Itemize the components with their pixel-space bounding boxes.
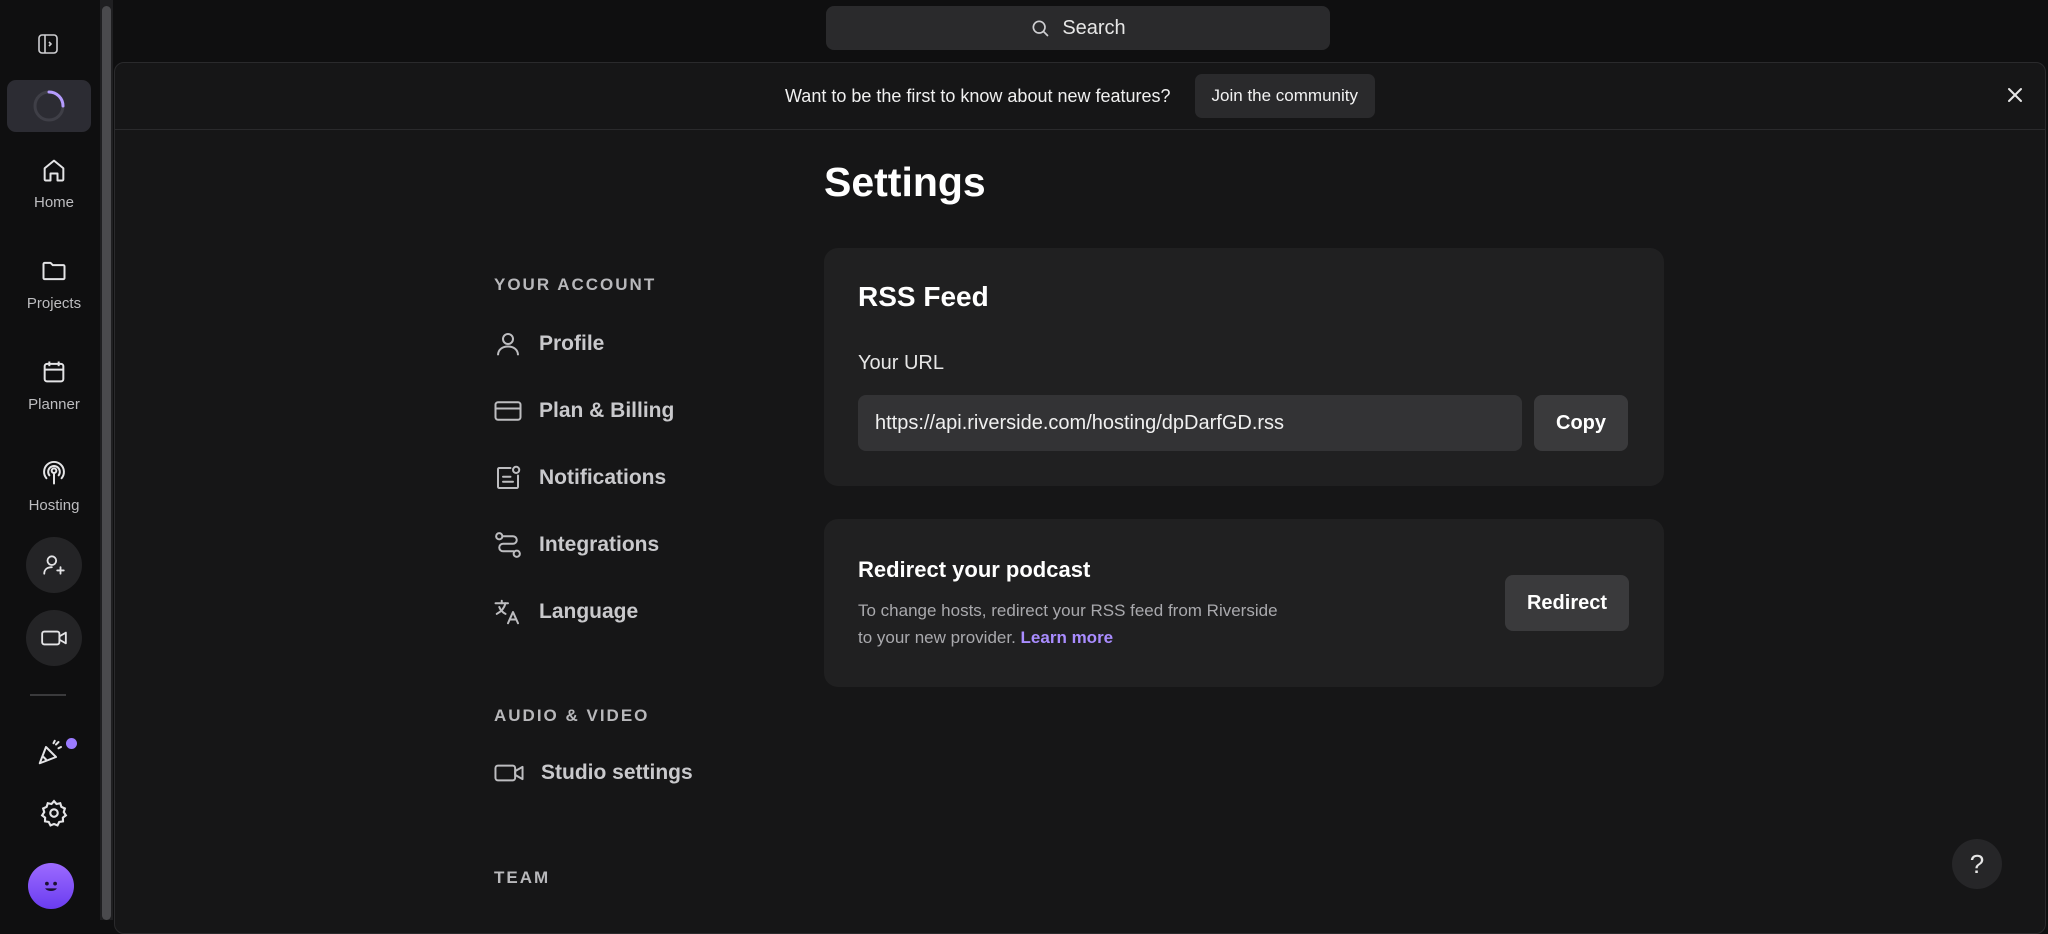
whats-new-button[interactable] <box>36 737 66 772</box>
credit-card-icon <box>494 401 522 421</box>
rss-url-field[interactable]: https://api.riverside.com/hosting/dpDarf… <box>858 395 1522 451</box>
notification-icon <box>497 465 521 489</box>
banner-text: Want to be the first to know about new f… <box>784 85 1171 106</box>
rail-divider <box>30 694 66 696</box>
rail-item-label: Home <box>33 194 74 211</box>
workspace-loading-tile[interactable] <box>7 80 91 132</box>
nav-item-studio-settings[interactable]: Studio settings <box>493 758 693 788</box>
rail-item-label: Projects <box>26 295 82 312</box>
podcast-icon <box>43 460 65 485</box>
rss-feed-card: RSS Feed Your URL https://api.riverside.… <box>824 248 1664 486</box>
rail-item-home[interactable]: Home <box>18 156 90 211</box>
copy-button[interactable]: Copy <box>1534 395 1628 451</box>
video-camera-icon <box>41 630 67 646</box>
notification-dot <box>66 738 77 749</box>
help-button[interactable]: ? <box>1952 839 2002 889</box>
redirect-button[interactable]: Redirect <box>1505 575 1629 631</box>
sidebar-toggle-icon[interactable] <box>36 32 60 61</box>
invite-user-button[interactable] <box>26 537 82 593</box>
search-icon <box>1032 20 1049 37</box>
rail-item-planner[interactable]: Planner <box>18 358 90 413</box>
avatar[interactable] <box>28 863 74 909</box>
announcement-banner: Want to be the first to know about new f… <box>115 63 2045 130</box>
card-title: RSS Feed <box>858 281 989 312</box>
nav-item-integrations[interactable]: Integrations <box>493 530 659 560</box>
close-icon[interactable] <box>2005 85 2025 105</box>
nav-item-language[interactable]: Language <box>493 597 638 627</box>
description-line: To change hosts, redirect your RSS feed … <box>858 601 1278 620</box>
integrations-icon <box>495 532 521 558</box>
rail-item-label: Planner <box>28 396 80 413</box>
section-heading-audio-video: AUDIO & VIDEO <box>494 706 650 725</box>
section-heading-team: TEAM <box>494 868 551 887</box>
rail-item-hosting[interactable]: Hosting <box>18 459 90 514</box>
add-user-icon <box>43 555 65 575</box>
url-label: Your URL <box>858 352 944 374</box>
left-rail: Home Projects Planner Hosting <box>0 0 108 920</box>
rail-scrollbar[interactable] <box>100 0 113 920</box>
translate-icon <box>494 599 519 625</box>
nav-item-notifications[interactable]: Notifications <box>493 463 666 493</box>
redirect-description: To change hosts, redirect your RSS feed … <box>858 597 1328 651</box>
folder-icon <box>42 261 66 281</box>
search-bar[interactable]: Search <box>826 6 1330 50</box>
nav-item-label: Language <box>539 600 639 623</box>
nav-item-label: Profile <box>539 332 605 355</box>
gear-icon <box>40 799 68 827</box>
spinner-icon <box>33 90 65 122</box>
nav-item-profile[interactable]: Profile <box>493 329 604 359</box>
join-community-button[interactable]: Join the community <box>1194 74 1375 118</box>
settings-button[interactable] <box>39 798 69 833</box>
party-popper-icon <box>38 739 62 765</box>
nav-item-label: Integrations <box>539 533 660 556</box>
redirect-podcast-card: Redirect your podcast To change hosts, r… <box>824 519 1664 687</box>
user-icon <box>497 333 519 356</box>
home-icon <box>43 159 65 182</box>
rail-item-label: Hosting <box>28 497 80 514</box>
video-camera-icon <box>494 764 524 782</box>
record-video-button[interactable] <box>26 610 82 666</box>
search-label: Search <box>1062 16 1126 39</box>
rail-item-projects[interactable]: Projects <box>18 257 90 312</box>
description-line: to your new provider. <box>858 628 1016 647</box>
nav-item-label: Studio settings <box>541 761 693 784</box>
nav-item-label: Notifications <box>539 466 667 489</box>
calendar-icon <box>43 361 65 383</box>
nav-item-label: Plan & Billing <box>539 399 675 422</box>
main-panel: Want to be the first to know about new f… <box>114 62 2046 934</box>
rss-url-value: https://api.riverside.com/hosting/dpDarf… <box>875 411 1285 434</box>
page-title: Settings <box>824 159 986 205</box>
section-heading-your-account: YOUR ACCOUNT <box>494 275 657 294</box>
card-title: Redirect your podcast <box>858 557 1091 582</box>
smiley-face-icon <box>45 881 57 891</box>
nav-item-plan-billing[interactable]: Plan & Billing <box>493 396 674 426</box>
help-icon: ? <box>1969 848 1985 879</box>
learn-more-link[interactable]: Learn more <box>1021 628 1114 647</box>
